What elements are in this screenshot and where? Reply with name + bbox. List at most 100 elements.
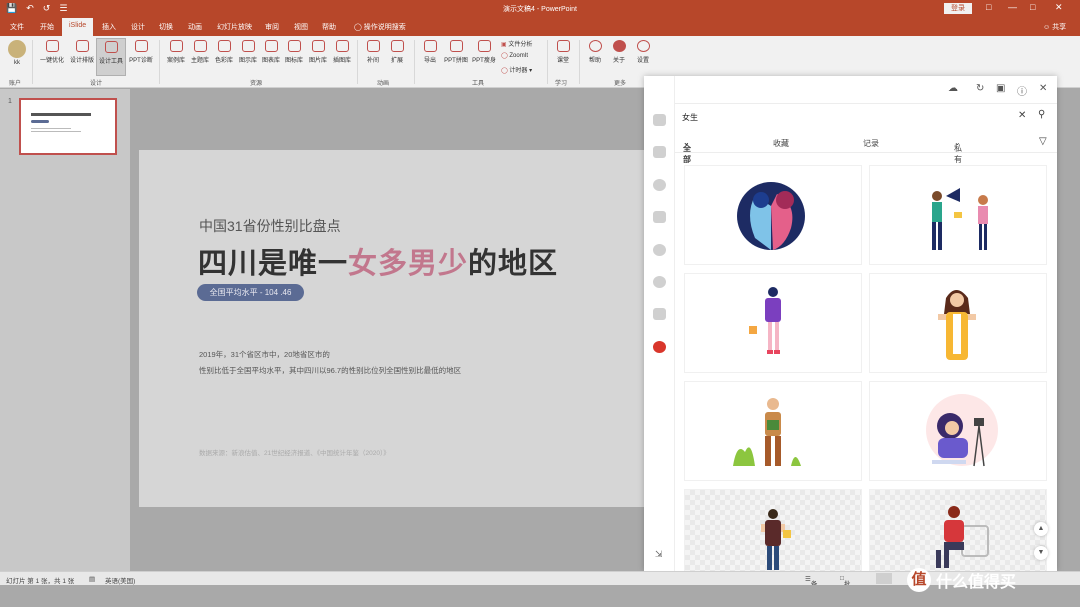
illustration-icon[interactable]: [653, 341, 666, 353]
ribbon-separator: [547, 40, 548, 84]
minimize-icon[interactable]: —: [1008, 2, 1017, 12]
clear-search-icon[interactable]: ✕: [1018, 110, 1026, 121]
spellcheck-icon[interactable]: ▤: [89, 575, 95, 583]
ribbon-tabs: 文件 开始 iSlide 插入 设计 切换 动画 幻灯片放映 审阅 视图 帮助 …: [0, 18, 1080, 36]
language-status[interactable]: 英语(美国): [105, 575, 135, 585]
account-avatar-button[interactable]: kk: [6, 40, 28, 66]
average-pill[interactable]: 全国平均水平 - 104 .46: [197, 284, 304, 301]
chart-library-label: 图表库: [261, 58, 280, 64]
help-button[interactable]: 帮助: [584, 40, 606, 64]
theme-library-button[interactable]: 主题库: [188, 40, 212, 64]
theme-icon[interactable]: [653, 146, 666, 158]
pie-chart-icon: [264, 40, 278, 52]
tab-help[interactable]: 帮助: [322, 22, 336, 32]
illustration-card[interactable]: [869, 381, 1047, 481]
classroom-button[interactable]: 课堂: [552, 40, 574, 64]
tab-slideshow[interactable]: 幻灯片放映: [217, 22, 252, 32]
tab-islide[interactable]: iSlide: [62, 18, 94, 36]
filter-all[interactable]: 全部 ⌄: [683, 138, 691, 164]
login-button[interactable]: 登录: [944, 3, 972, 14]
tab-file[interactable]: 文件: [10, 22, 24, 32]
woman-coffee-illustration: [936, 506, 989, 568]
filter-private-label: 私有: [954, 144, 962, 164]
tab-insert[interactable]: 插入: [102, 22, 116, 32]
tween-button[interactable]: 补间: [362, 40, 384, 64]
refresh-icon[interactable]: ↻: [976, 83, 984, 94]
case-library-button[interactable]: 案例库: [164, 40, 188, 64]
color-library-button[interactable]: 色彩库: [212, 40, 236, 64]
filter-funnel-icon[interactable]: ▽: [1039, 136, 1047, 147]
ppt-diagnose-button[interactable]: PPT诊断: [127, 40, 155, 64]
slide[interactable]: 中国31省份性别比盘点 四川是唯一女多男少的地区 全国平均水平 - 104 .4…: [139, 150, 654, 507]
help-icon[interactable]: ⓘ: [1017, 83, 1027, 98]
slide-subtitle[interactable]: 中国31省份性别比盘点: [199, 216, 341, 236]
settings-button[interactable]: 设置: [632, 40, 654, 64]
timer-button[interactable]: ◯ 计时器 ▾: [501, 65, 532, 74]
ppt-slim-button[interactable]: PPT瘦身: [470, 40, 498, 64]
notes-button[interactable]: ☰ 备注: [805, 575, 817, 598]
headline-highlight: 女多男少: [348, 248, 469, 280]
slide-source[interactable]: 数据来源：新浪估值、21世纪经济报道、《中国统计年鉴（2020）》: [199, 447, 390, 457]
slide-body-line-2[interactable]: 性别比低于全国平均水平，其中四川以96.7的性别比位列全国性别比最低的地区: [199, 365, 461, 376]
ppt-slim-label: PPT瘦身: [472, 58, 496, 64]
filter-tabs: 全部 ⌄ 收藏 记录 私有 ⌄ ▽: [675, 133, 1057, 164]
slide-thumbnail[interactable]: [19, 98, 117, 155]
close-icon[interactable]: ✕: [1039, 83, 1047, 94]
color-icon[interactable]: [653, 179, 666, 191]
filter-history[interactable]: 记录: [863, 138, 879, 149]
comments-button[interactable]: □ 批注: [840, 575, 850, 598]
close-window-icon[interactable]: ✕: [1055, 2, 1063, 13]
file-analysis-icon: ▣: [501, 42, 507, 48]
icon-lib-icon[interactable]: [653, 276, 666, 288]
illustration-card[interactable]: [869, 165, 1047, 265]
one-click-optimize-button[interactable]: 一键优化: [38, 40, 66, 64]
diagram-library-button[interactable]: 图示库: [236, 40, 260, 64]
tab-view[interactable]: 视图: [294, 22, 308, 32]
table-icon[interactable]: [653, 244, 666, 256]
tab-review[interactable]: 审阅: [265, 22, 279, 32]
illustration-card[interactable]: [869, 273, 1047, 373]
design-layout-button[interactable]: 设计排版: [68, 40, 96, 64]
tab-animations[interactable]: 动画: [188, 22, 202, 32]
tab-home[interactable]: 开始: [40, 22, 54, 32]
illustration-card[interactable]: [684, 165, 862, 265]
illustration-card[interactable]: [684, 381, 862, 481]
tab-design[interactable]: 设计: [131, 22, 145, 32]
maximize-icon[interactable]: □: [1030, 2, 1035, 12]
export-button[interactable]: 导出: [419, 40, 441, 64]
scroll-up-button[interactable]: ▲: [1034, 522, 1048, 536]
screen-icon[interactable]: ▣: [996, 83, 1005, 94]
watermark: 值 什么值得买: [907, 568, 1016, 592]
file-analysis-button[interactable]: ▣ 文件分析: [501, 39, 532, 48]
info-icon: [612, 40, 626, 52]
illustration-library-button[interactable]: 插图库: [330, 40, 354, 64]
tab-transitions[interactable]: 切换: [159, 22, 173, 32]
search-icon[interactable]: ⚲: [1038, 109, 1045, 120]
icon-library-button[interactable]: 图标库: [282, 40, 306, 64]
slide-body-line-1[interactable]: 2019年，31个省区市中，20地省区市的: [199, 349, 330, 360]
case-icon[interactable]: [653, 114, 666, 126]
tell-me-search[interactable]: ◯ 操作说明搜索: [354, 22, 406, 32]
chart-library-button[interactable]: 图表库: [259, 40, 283, 64]
expand-button[interactable]: 扩展: [386, 40, 408, 64]
about-button[interactable]: 关于: [608, 40, 630, 64]
filter-private[interactable]: 私有 ⌄: [954, 138, 962, 164]
ppt-collage-button[interactable]: PPT拼图: [442, 40, 470, 64]
design-tools-button[interactable]: 设计工具: [96, 38, 126, 76]
slide-headline[interactable]: 四川是唯一女多男少的地区: [198, 240, 558, 282]
share-button[interactable]: ☺ 共享: [1043, 22, 1066, 32]
panel-header: ☁ ↻ ▣ ⓘ ✕: [675, 76, 1057, 104]
chart-icon[interactable]: [653, 211, 666, 223]
zoomit-button[interactable]: ◯ ZoomIt: [501, 52, 528, 59]
image-icon[interactable]: [653, 308, 666, 320]
ribbon-options-icon[interactable]: □: [986, 2, 991, 12]
cloud-upload-icon[interactable]: ☁: [948, 83, 958, 94]
image-library-button[interactable]: 图片库: [306, 40, 330, 64]
normal-view-icon[interactable]: [876, 573, 892, 584]
filter-favorites[interactable]: 收藏: [773, 138, 789, 149]
scroll-down-button[interactable]: ▼: [1034, 546, 1048, 560]
illustration-card[interactable]: [684, 273, 862, 373]
search-input[interactable]: [682, 110, 1012, 124]
case-icon: [169, 40, 183, 52]
collapse-panel-icon[interactable]: ⇲: [655, 549, 663, 560]
